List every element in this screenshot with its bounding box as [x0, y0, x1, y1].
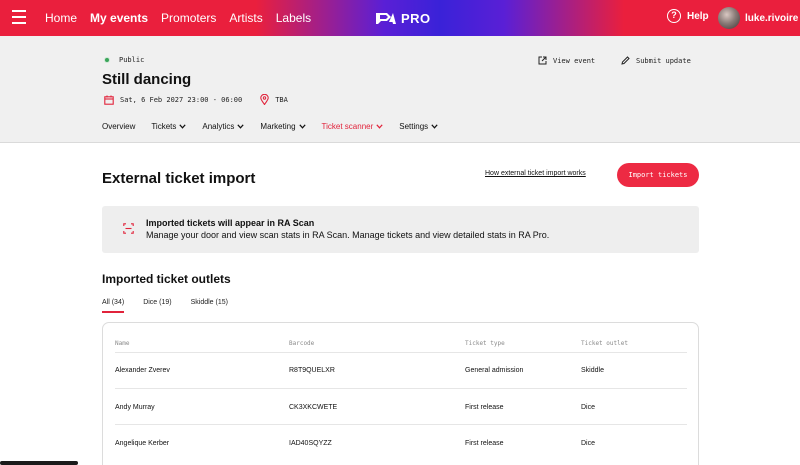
- view-event-label: View event: [553, 56, 596, 65]
- tab-label: Marketing: [260, 122, 296, 131]
- event-tabs: Overview Tickets Analytics Marketing Tic…: [102, 122, 454, 131]
- chevron-down-icon: [431, 124, 438, 129]
- cell-ticket-type: First release: [465, 404, 504, 411]
- top-bar: Home My events Promoters Artists Labels …: [0, 0, 800, 36]
- main-nav: Home My events Promoters Artists Labels: [45, 0, 324, 36]
- avatar: [718, 7, 740, 29]
- column-header-barcode[interactable]: Barcode: [289, 340, 314, 347]
- cell-name: Angelique Kerber: [115, 440, 170, 447]
- column-header-ticket-type[interactable]: Ticket type: [465, 340, 505, 347]
- row-divider: [115, 388, 687, 389]
- row-divider: [115, 424, 687, 425]
- column-header-name[interactable]: Name: [115, 340, 129, 347]
- cell-barcode: CK3XKCWETE: [289, 404, 338, 411]
- cell-ticket-outlet: Dice: [581, 404, 596, 411]
- username: luke.rivoire: [745, 12, 799, 24]
- tab-tickets[interactable]: Tickets: [151, 122, 187, 131]
- filter-skiddle[interactable]: Skiddle (15): [191, 299, 228, 313]
- menu-icon[interactable]: [12, 10, 26, 24]
- ra-pro-logo[interactable]: PRO: [375, 9, 431, 27]
- nav-promoters[interactable]: Promoters: [161, 11, 216, 25]
- user-menu[interactable]: luke.rivoire: [718, 7, 798, 29]
- tab-overview[interactable]: Overview: [102, 122, 135, 131]
- submit-update-button[interactable]: Submit update: [621, 56, 691, 65]
- nav-home[interactable]: Home: [45, 11, 77, 25]
- public-status-icon: [104, 57, 110, 63]
- scan-icon: [123, 223, 134, 234]
- event-meta: Sat, 6 Feb 2027 23:00 - 06:00 TBA: [104, 94, 288, 105]
- how-import-works-link[interactable]: How external ticket import works: [485, 170, 586, 177]
- tab-analytics[interactable]: Analytics: [202, 122, 245, 131]
- calendar-icon: [104, 95, 114, 105]
- banner-title: Imported tickets will appear in RA Scan: [146, 218, 315, 228]
- tab-settings[interactable]: Settings: [399, 122, 438, 131]
- event-location: TBA: [275, 95, 288, 104]
- page-title: Still dancing: [102, 71, 192, 88]
- help-button[interactable]: ? Help: [667, 9, 709, 23]
- help-label: Help: [687, 10, 709, 22]
- row-divider: [115, 352, 687, 353]
- column-header-ticket-outlet[interactable]: Ticket outlet: [581, 340, 628, 347]
- location-pin-icon: [260, 94, 269, 105]
- cell-ticket-outlet: Dice: [581, 440, 596, 447]
- submit-update-label: Submit update: [636, 56, 691, 65]
- filter-all[interactable]: All (34): [102, 299, 125, 313]
- tab-label: Ticket scanner: [321, 122, 374, 131]
- chevron-down-icon: [298, 124, 306, 129]
- nav-labels[interactable]: Labels: [276, 11, 311, 25]
- cell-name: Andy Murray: [115, 404, 155, 411]
- banner-text: Manage your door and view scan stats in …: [146, 230, 550, 240]
- cell-barcode: IAD40SQYZZ: [289, 440, 332, 447]
- filter-dice[interactable]: Dice (19): [143, 299, 171, 313]
- cell-ticket-type: General admission: [465, 367, 524, 374]
- tab-marketing[interactable]: Marketing: [260, 122, 306, 131]
- cell-barcode: R8T9QUELXR: [289, 367, 335, 374]
- outlet-filters: All (34) Dice (19) Skiddle (15): [102, 299, 247, 313]
- pencil-icon: [621, 56, 630, 65]
- ra-logo-icon: [376, 13, 396, 24]
- cell-name: Alexander Zverev: [115, 367, 170, 374]
- outlets-title: Imported ticket outlets: [102, 272, 231, 286]
- logo-pro-text: PRO: [401, 10, 431, 26]
- section-title: External ticket import: [102, 170, 256, 187]
- chevron-down-icon: [179, 124, 187, 129]
- cell-ticket-type: First release: [465, 440, 504, 447]
- visibility-status: Public: [104, 56, 144, 64]
- tab-ticket-scanner[interactable]: Ticket scanner: [322, 122, 384, 131]
- tab-label: Overview: [102, 122, 136, 131]
- help-icon: ?: [667, 9, 681, 23]
- tab-label: Tickets: [151, 122, 177, 131]
- nav-my-events[interactable]: My events: [90, 11, 148, 25]
- external-link-icon: [538, 56, 547, 65]
- visibility-label: Public: [119, 56, 145, 64]
- chevron-down-icon: [376, 124, 383, 129]
- info-banner: Imported tickets will appear in RA Scan …: [102, 206, 699, 253]
- event-date: Sat, 6 Feb 2027 23:00 - 06:00: [120, 95, 243, 104]
- nav-artists[interactable]: Artists: [229, 11, 262, 25]
- cell-ticket-outlet: Skiddle: [581, 367, 604, 374]
- view-event-button[interactable]: View event: [538, 56, 595, 65]
- tab-label: Analytics: [202, 122, 235, 131]
- import-tickets-button[interactable]: Import tickets: [617, 163, 699, 187]
- bottom-scroll-strip: [0, 461, 78, 465]
- chevron-down-icon: [237, 124, 245, 129]
- tab-label: Settings: [399, 122, 429, 131]
